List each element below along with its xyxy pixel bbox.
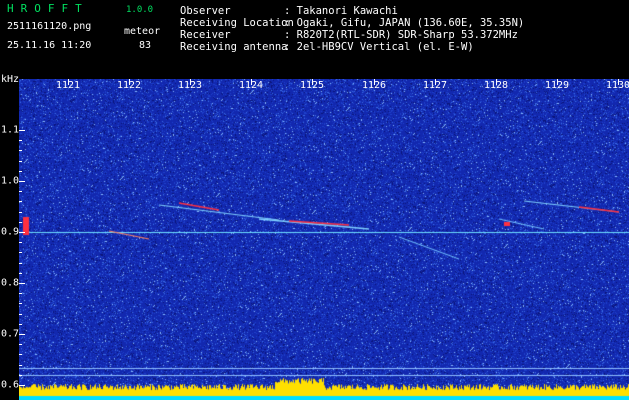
receiver-value: : R820T2(RTL-SDR) SDR-Sharp 53.372MHz (284, 29, 518, 41)
freq-minor-tick (19, 324, 22, 325)
freq-tick-label: 0.7 (1, 328, 20, 340)
freq-major-tick (19, 181, 25, 182)
freq-minor-tick (19, 314, 22, 315)
freq-major-tick (19, 232, 25, 233)
time-tick-label: 1125 (299, 80, 325, 91)
observer-label: Observer (180, 5, 231, 17)
freq-minor-tick (19, 201, 22, 202)
freq-tick-label: 1.1 (1, 124, 20, 136)
freq-minor-tick (19, 161, 22, 162)
freq-minor-tick (19, 263, 22, 264)
freq-minor-tick (19, 140, 22, 141)
time-tick-label: 1122 (116, 80, 142, 91)
location-value: : Ogaki, Gifu, JAPAN (136.60E, 35.35N) (284, 17, 525, 29)
freq-minor-tick (19, 222, 22, 223)
y-axis-unit: kHz (1, 74, 20, 85)
meteor-count: 83 (139, 40, 152, 51)
freq-minor-tick (19, 252, 22, 253)
freq-tick-label: 0.8 (1, 277, 20, 289)
spectrogram-canvas (19, 79, 629, 400)
time-tick-label: 1121 (55, 80, 81, 91)
mode-label: meteor (124, 26, 161, 37)
location-label: Receiving Location (180, 17, 294, 29)
app-title: HROFFT (7, 2, 89, 15)
freq-minor-tick (19, 273, 22, 274)
freq-tick-label: 1.0 (1, 175, 20, 187)
freq-minor-tick (19, 303, 22, 304)
observer-value: : Takanori Kawachi (284, 5, 398, 17)
freq-minor-tick (19, 191, 22, 192)
datetime: 25.11.16 11:20 (7, 40, 92, 51)
antenna-value: : 2el-HB9CV Vertical (el. E-W) (284, 41, 474, 53)
freq-minor-tick (19, 365, 22, 366)
freq-minor-tick (19, 150, 22, 151)
time-tick-label: 1124 (238, 80, 264, 91)
freq-minor-tick (19, 344, 22, 345)
freq-major-tick (19, 334, 25, 335)
time-tick-label: 1128 (483, 80, 509, 91)
freq-major-tick (19, 385, 25, 386)
freq-minor-tick (19, 212, 22, 213)
antenna-label: Receiving antenna (180, 41, 288, 53)
freq-minor-tick (19, 171, 22, 172)
freq-tick-label: 0.6 (1, 379, 20, 391)
freq-major-tick (19, 130, 25, 131)
freq-minor-tick (19, 375, 22, 376)
receiver-label: Receiver (180, 29, 231, 41)
time-tick-label: 1130 (605, 80, 629, 91)
hrofft-window: HROFFT 1.0.0 2511161120.png 25.11.16 11:… (0, 0, 629, 400)
time-tick-label: 1129 (544, 80, 570, 91)
freq-minor-tick (19, 293, 22, 294)
freq-major-tick (19, 283, 25, 284)
freq-tick-label: 0.9 (1, 226, 20, 238)
time-tick-label: 1123 (177, 80, 203, 91)
freq-minor-tick (19, 354, 22, 355)
freq-minor-tick (19, 242, 22, 243)
app-version: 1.0.0 (126, 5, 154, 15)
filename: 2511161120.png (7, 21, 92, 32)
time-tick-label: 1126 (361, 80, 387, 91)
time-tick-label: 1127 (422, 80, 448, 91)
